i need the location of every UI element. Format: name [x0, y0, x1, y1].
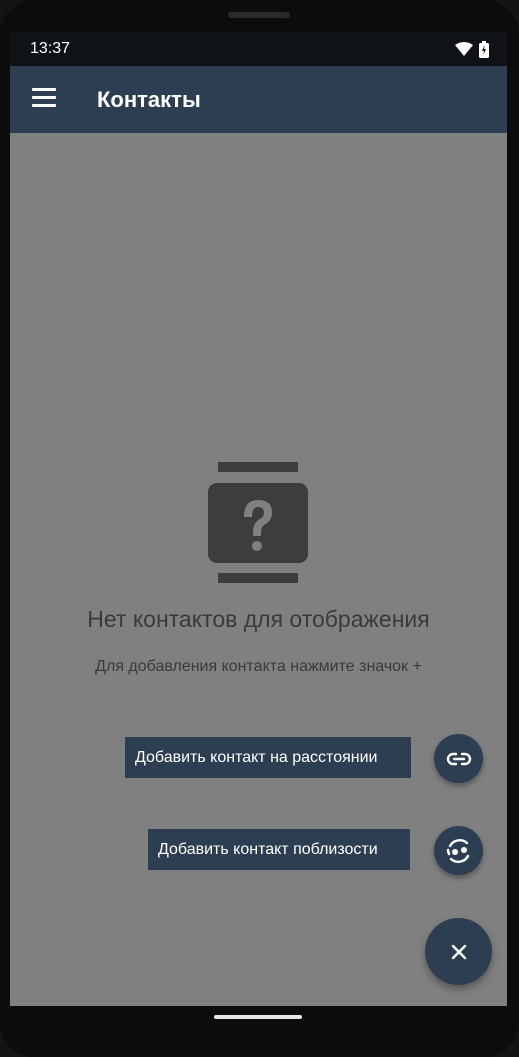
screen: 13:37 Контакты Нет контактов для отображ…: [10, 32, 507, 1006]
battery-icon: [479, 40, 489, 58]
status-bar: 13:37: [10, 32, 507, 66]
empty-state-subtitle: Для добавления контакта нажмите значок +: [95, 658, 422, 675]
close-fab-button[interactable]: [425, 918, 492, 985]
add-remote-contact-button[interactable]: [434, 734, 483, 783]
page-title: Контакты: [97, 87, 201, 112]
status-time: 13:37: [30, 40, 71, 57]
status-icons: [455, 40, 489, 58]
link-icon: [446, 752, 471, 765]
wifi-icon: [455, 42, 473, 56]
add-nearby-contact-button[interactable]: [434, 826, 483, 875]
home-indicator[interactable]: [214, 1015, 302, 1019]
add-nearby-contact-label[interactable]: Добавить контакт поблизости: [148, 829, 410, 870]
nearby-icon: [446, 838, 469, 863]
phone-speaker: [228, 12, 290, 18]
phone-frame: 13:37 Контакты Нет контактов для отображ…: [0, 0, 519, 1057]
empty-state-title: Нет контактов для отображения: [87, 606, 430, 632]
add-remote-contact-label[interactable]: Добавить контакт на расстоянии: [125, 737, 411, 778]
unknown-contact-icon: [208, 462, 308, 583]
close-icon: [451, 944, 466, 959]
app-bar: Контакты: [10, 66, 507, 133]
menu-icon[interactable]: [32, 88, 56, 108]
